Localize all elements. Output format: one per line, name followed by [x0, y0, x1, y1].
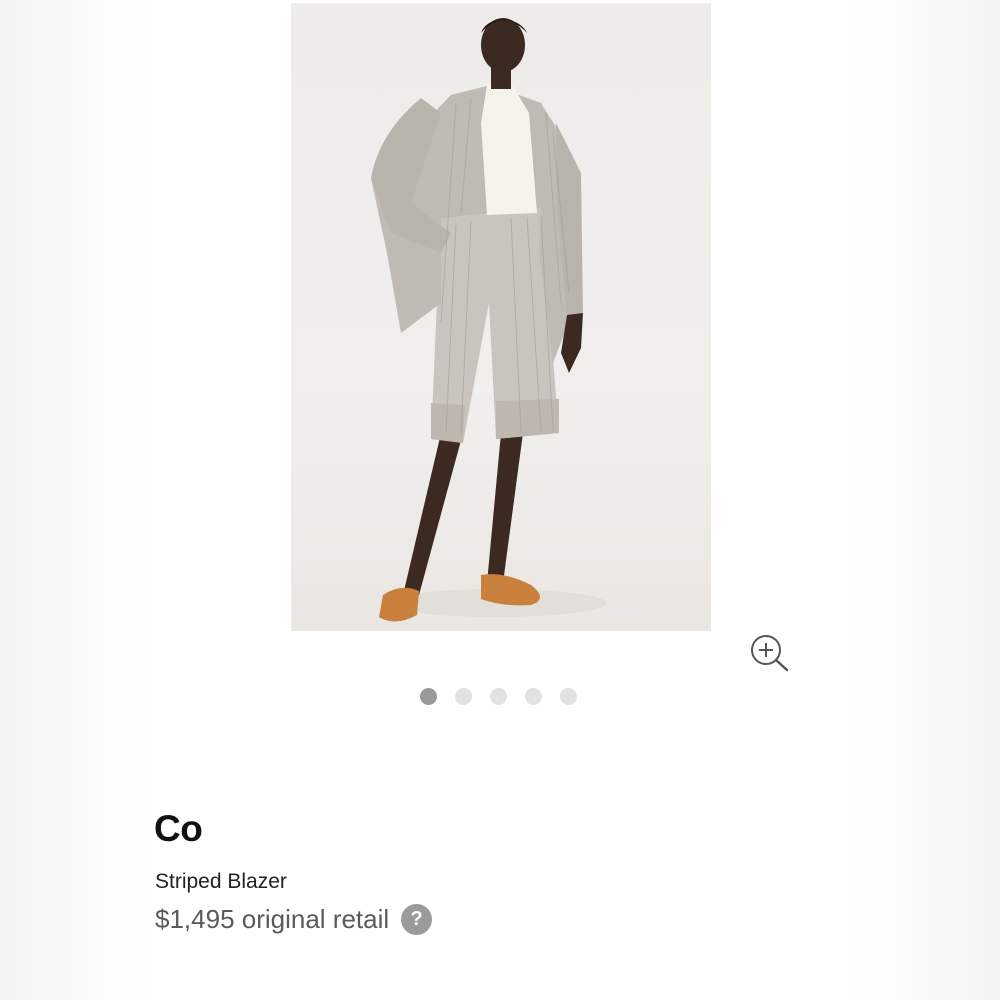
- carousel-dot-4[interactable]: [525, 688, 542, 705]
- brand-name[interactable]: Co: [154, 808, 203, 850]
- carousel-dot-2[interactable]: [455, 688, 472, 705]
- retail-price: $1,495 original retail: [155, 904, 390, 934]
- carousel-dot-5[interactable]: [560, 688, 577, 705]
- product-title: Striped Blazer: [155, 870, 287, 893]
- carousel-dot-3[interactable]: [490, 688, 507, 705]
- product-image[interactable]: [291, 3, 711, 631]
- price-row: $1,495 original retail ?: [155, 904, 433, 935]
- help-icon[interactable]: ?: [401, 904, 433, 935]
- zoom-in-icon: [751, 635, 789, 672]
- carousel-dots: [420, 688, 577, 705]
- zoom-button[interactable]: [748, 632, 790, 674]
- carousel-dot-1[interactable]: [420, 688, 437, 705]
- product-page: Co Striped Blazer $1,495 original retail…: [0, 0, 1000, 1000]
